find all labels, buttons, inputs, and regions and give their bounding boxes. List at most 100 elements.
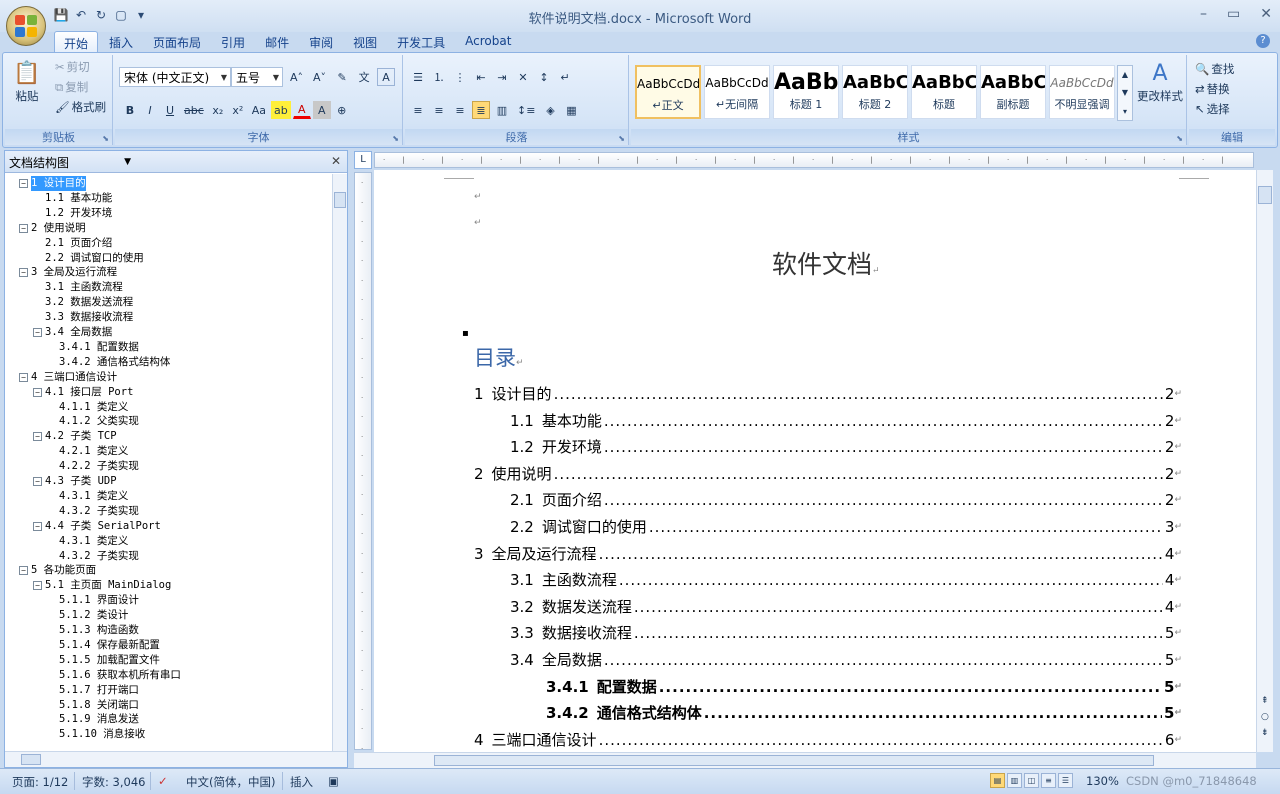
style-item[interactable]: AaBbC 标题 2 (842, 65, 908, 119)
toc-entry[interactable]: 2.1 页面介绍.................................… (510, 488, 1182, 513)
spelling-check-icon[interactable]: ✓ (158, 774, 168, 788)
change-styles-button[interactable]: A 更改样式 (1135, 61, 1185, 104)
web-layout-icon[interactable]: ◫ (1024, 773, 1039, 788)
more-icon[interactable]: ▾ (1123, 107, 1127, 116)
collapse-icon[interactable]: − (33, 477, 42, 486)
browse-object-icon[interactable]: ○ (1261, 712, 1269, 722)
style-item[interactable]: AaBbCcDd 不明显强调 (1049, 65, 1115, 119)
tree-item[interactable]: 5.1.3 构造函数 (59, 623, 139, 638)
font-color-icon[interactable]: A (292, 101, 311, 119)
style-item[interactable]: AaBbCcDd ↵正文 (635, 65, 701, 119)
toc-entry[interactable]: 3.3 数据接收流程...............................… (510, 621, 1182, 646)
page-indicator[interactable]: 页面: 1/12 (12, 774, 68, 790)
toc-entry[interactable]: 3.1 主函数流程................................… (510, 568, 1182, 593)
tab-8[interactable]: Acrobat (456, 31, 520, 53)
dialog-launcher-icon[interactable]: ⬊ (102, 134, 109, 143)
decrease-indent-icon[interactable]: ⇤ (472, 68, 490, 86)
distributed-icon[interactable]: ▥ (493, 101, 511, 119)
tree-item[interactable]: 1.1 基本功能 (45, 191, 112, 206)
office-button[interactable] (6, 6, 46, 46)
replace-button[interactable]: ⇄ 替换 (1195, 81, 1230, 97)
collapse-icon[interactable]: − (33, 387, 42, 397)
scroll-thumb[interactable] (21, 754, 41, 765)
increase-indent-icon[interactable]: ⇥ (493, 68, 511, 86)
italic-icon[interactable]: I (141, 101, 159, 119)
collapse-icon[interactable]: − (33, 432, 42, 442)
format-painter-button[interactable]: 🖌 格式刷 (55, 99, 106, 115)
toc-entry[interactable]: 3.4.1 配置数据...............................… (546, 674, 1182, 699)
vertical-scrollbar[interactable]: ⇞ ○ ⇟ (1256, 170, 1273, 752)
select-button[interactable]: ↖ 选择 (1195, 101, 1230, 117)
tree-item[interactable]: 4.2.2 子类实现 (59, 459, 139, 474)
tree-item[interactable]: 4.3.1 类定义 (59, 534, 128, 549)
grow-font-icon[interactable]: A˄ (287, 68, 306, 86)
style-item[interactable]: AaBbC 标题 (911, 65, 977, 119)
scroll-thumb[interactable] (1258, 186, 1272, 204)
font-size-combo[interactable]: 五号 ▼ (231, 67, 283, 87)
tree-item[interactable]: −5 各功能页面 (19, 563, 96, 578)
tree-item[interactable]: 4.3.2 子类实现 (59, 504, 139, 519)
superscript-icon[interactable]: x² (229, 101, 247, 119)
vertical-ruler[interactable]: · · · · · · · · · · · · · · · · · · · · · · · · · · · · · · (354, 172, 372, 750)
shading-icon[interactable]: ◈ (541, 101, 559, 119)
toc-entry[interactable]: 2.2 调试窗口的使用..............................… (510, 515, 1182, 539)
toc-entry[interactable]: 3 全局及运行流程................................… (474, 541, 1182, 566)
scroll-thumb[interactable] (334, 192, 346, 208)
nav-horizontal-scrollbar[interactable] (5, 751, 347, 767)
align-right-icon[interactable]: ≡ (451, 101, 469, 119)
tree-item[interactable]: 4.3.2 子类实现 (59, 549, 139, 564)
collapse-icon[interactable]: − (19, 372, 28, 382)
toc-entry[interactable]: 1 设计目的...................................… (474, 382, 1182, 406)
font-name-combo[interactable]: 宋体 (中文正文) ▼ (119, 67, 231, 87)
strikethrough-icon[interactable]: abc (181, 101, 207, 119)
style-item[interactable]: AaBb 标题 1 (773, 65, 839, 119)
phonetic-guide-icon[interactable]: 文 (355, 68, 373, 86)
word-count[interactable]: 字数: 3,046 (82, 774, 145, 790)
multilevel-list-icon[interactable]: ⋮ (451, 68, 469, 86)
line-spacing-icon[interactable]: ↕≡ (514, 101, 538, 119)
zoom-level[interactable]: 130% (1086, 774, 1119, 788)
collapse-icon[interactable]: − (19, 179, 28, 188)
collapse-icon[interactable]: − (19, 223, 28, 233)
tree-item[interactable]: 5.1.7 打开端口 (59, 683, 139, 698)
show-marks-icon[interactable]: ↵ (556, 68, 574, 86)
tree-item[interactable]: 3.3 数据接收流程 (45, 310, 133, 325)
tab-6[interactable]: 视图 (344, 31, 386, 53)
tree-item[interactable]: 5.1.6 获取本机所有串口 (59, 668, 181, 683)
dialog-launcher-icon[interactable]: ⬊ (618, 134, 625, 143)
tree-item[interactable]: −2 使用说明 (19, 221, 86, 236)
tree-item[interactable]: 3.4.2 通信格式结构体 (59, 355, 170, 370)
paste-button[interactable]: 📋 粘贴 (11, 61, 43, 104)
draft-view-icon[interactable]: ☰ (1058, 773, 1073, 788)
collapse-icon[interactable]: − (19, 566, 28, 576)
tab-1[interactable]: 插入 (100, 31, 142, 53)
tree-item[interactable]: −4 三端口通信设计 (19, 370, 117, 385)
toc-entry[interactable]: 2 使用说明...................................… (474, 461, 1182, 486)
tree-item[interactable]: −4.1 接口层 Port (33, 385, 133, 400)
clear-format-icon[interactable]: ✎ (333, 68, 351, 86)
tree-item[interactable]: 5.1.8 关闭端口 (59, 698, 139, 713)
style-item[interactable]: AaBbC 副标题 (980, 65, 1046, 119)
toc-entry[interactable]: 1.1 基本功能.................................… (510, 408, 1182, 433)
document-area[interactable]: ↵ ↵ 软件文档↵ ▪ 目录↵ 1 设计目的...................… (374, 170, 1256, 752)
close-icon[interactable]: ✕ (1260, 6, 1272, 22)
tree-item[interactable]: 5.1.2 类设计 (59, 608, 128, 623)
toc-entry[interactable]: 3.4 全局数据.................................… (510, 648, 1182, 672)
styles-scroll[interactable]: ▲ ▼ ▾ (1117, 65, 1133, 121)
tree-item[interactable]: −4.3 子类 UDP (33, 474, 117, 489)
tree-item[interactable]: 2.2 调试窗口的使用 (45, 251, 144, 266)
dialog-launcher-icon[interactable]: ⬊ (392, 134, 399, 143)
tree-item[interactable]: −4.4 子类 SerialPort (33, 519, 161, 534)
tree-item[interactable]: −1 设计目的 (19, 176, 86, 191)
tree-item[interactable]: 4.2.1 类定义 (59, 444, 128, 459)
numbering-icon[interactable]: ⒈ (430, 68, 448, 86)
tree-item[interactable]: −4.2 子类 TCP (33, 429, 117, 444)
tree-item[interactable]: 4.1.1 类定义 (59, 400, 128, 415)
tree-item[interactable]: 3.1 主函数流程 (45, 280, 123, 295)
tree-item[interactable]: 1.2 开发环境 (45, 206, 112, 221)
scroll-up-icon[interactable]: ▲ (1122, 70, 1128, 79)
tree-item[interactable]: 5.1.4 保存最新配置 (59, 638, 160, 653)
tree-item[interactable]: −3.4 全局数据 (33, 325, 112, 340)
bold-icon[interactable]: B (121, 101, 139, 119)
nav-vertical-scrollbar[interactable] (332, 174, 347, 752)
